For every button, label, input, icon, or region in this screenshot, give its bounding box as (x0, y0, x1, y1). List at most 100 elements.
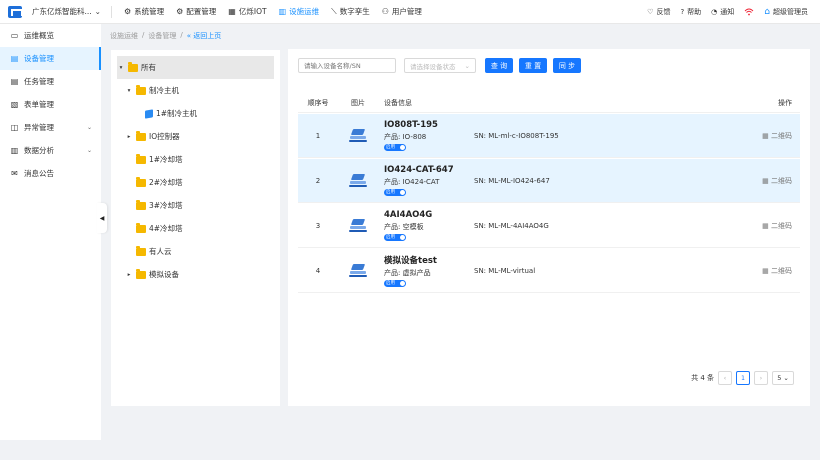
tree-node-label: 有人云 (149, 247, 172, 256)
qrcode-link[interactable]: ▦ 二维码 (714, 176, 800, 186)
nav-digital-twin[interactable]: ⟍ 数字孪生 (325, 0, 376, 24)
users-icon: ⚇ (381, 7, 389, 16)
feedback-link[interactable]: ♡ 反馈 (647, 7, 670, 17)
tree-node[interactable]: ▸ 模拟设备 (111, 263, 280, 286)
nav-iot[interactable]: ▦ 亿烁IOT (222, 0, 272, 24)
back-link[interactable]: « 返回上页 (187, 31, 222, 41)
tree-node[interactable]: 4#冷却塔 (111, 217, 280, 240)
qrcode-link[interactable]: ▦ 二维码 (714, 131, 800, 141)
sidebar-item-label: 消息公告 (24, 169, 54, 178)
feedback-icon: ♡ (647, 7, 654, 16)
wifi-icon[interactable] (744, 8, 754, 16)
sidebar-item-forms[interactable]: ▧ 表单管理 (0, 93, 101, 116)
company-selector[interactable]: 广东亿烁智能科... ⌄ (32, 5, 112, 18)
breadcrumb-item[interactable]: 设施运维 (110, 31, 138, 41)
nav-config[interactable]: ⚙ 配置管理 (170, 0, 222, 24)
device-name[interactable]: IO808T-195 (384, 120, 474, 130)
next-page-button[interactable]: › (754, 371, 768, 385)
nav-facility-ops[interactable]: ▥ 设施运维 (273, 0, 326, 24)
tree-node-label: IO控制器 (149, 132, 180, 141)
header-actions: ♡ 反馈 ? 帮助 ◔ 通知 ⌂ 超级管理员 (647, 7, 808, 17)
device-product: 产品: IO424-CAT (384, 178, 440, 186)
sidebar-item-overview[interactable]: ▭ 运维概览 (0, 24, 101, 47)
qrcode-icon: ▦ (762, 266, 771, 275)
device-icon (349, 128, 367, 143)
qrcode-icon: ▦ (762, 176, 771, 185)
page-number[interactable]: 1 (736, 371, 750, 385)
tree-node-root[interactable]: ▾ 所有 (117, 56, 274, 79)
page-size-select[interactable]: 5 ⌄ (772, 371, 794, 385)
search-input[interactable] (298, 58, 396, 73)
tree-node[interactable]: 1#冷却塔 (111, 148, 280, 171)
notification-label: 通知 (720, 7, 735, 16)
folder-icon (136, 84, 146, 95)
company-name: 广东亿烁智能科... (32, 7, 92, 16)
table-row[interactable]: 3 4AI4AO4G 产品: 空模板 启用 SN: ML-ML-4AI4AO4G… (298, 204, 800, 248)
help-link[interactable]: ? 帮助 (680, 7, 701, 17)
breadcrumb: 设施运维 / 设备管理 / « 返回上页 (110, 31, 221, 41)
home-icon: ⌂ (764, 6, 770, 17)
nav-users[interactable]: ⚇ 用户管理 (376, 0, 428, 24)
qrcode-link[interactable]: ▦ 二维码 (714, 266, 800, 276)
device-info: 4AI4AO4G 产品: 空模板 启用 (378, 210, 474, 241)
user-menu[interactable]: ⌂ 超级管理员 (764, 7, 808, 17)
sidebar-item-exceptions[interactable]: ◫ 异常管理 ⌄ (0, 116, 101, 139)
table-row[interactable]: 1 IO808T-195 产品: IO-808 启用 SN: ML-ml-c-I… (298, 114, 800, 158)
tree-node[interactable]: 3#冷却塔 (111, 194, 280, 217)
table-header: 顺序号 图片 设备信息 操作 (298, 93, 800, 113)
sidebar-item-tasks[interactable]: ▤ 任务管理 (0, 70, 101, 93)
tree-node[interactable]: 有人云 (111, 240, 280, 263)
caret-right-icon[interactable]: ▸ (125, 272, 133, 278)
device-name[interactable]: IO424-CAT-647 (384, 165, 474, 175)
nav-label: 配置管理 (186, 7, 217, 16)
device-name[interactable]: 4AI4AO4G (384, 210, 474, 220)
app-logo-icon[interactable] (8, 5, 23, 18)
device-product: 产品: 虚拟产品 (384, 269, 431, 277)
bell-icon: ◔ (711, 7, 718, 16)
caret-down-icon[interactable]: ▾ (125, 88, 133, 94)
sidebar-item-label: 异常管理 (24, 123, 54, 132)
table-row[interactable]: 4 模拟设备test 产品: 虚拟产品 启用 SN: ML-ML-virtual… (298, 249, 800, 293)
tree-node[interactable]: ▾ 制冷主机 (111, 79, 280, 102)
qrcode-label: 二维码 (771, 176, 792, 185)
monitor-icon: ▭ (10, 31, 19, 40)
status-toggle[interactable]: 启用 (384, 280, 406, 287)
panel-icon: ▥ (278, 7, 287, 16)
sidebar-item-messages[interactable]: ✉ 消息公告 (0, 162, 101, 185)
column-header: 图片 (351, 98, 365, 107)
table-row[interactable]: 2 IO424-CAT-647 产品: IO424-CAT 启用 SN: ML-… (298, 159, 800, 203)
sidebar-item-label: 运维概览 (24, 31, 54, 40)
tree-node-label: 3#冷却塔 (149, 201, 183, 210)
status-select[interactable]: 请选择设备状态 ⌄ (404, 58, 476, 73)
device-product: 产品: IO-808 (384, 133, 427, 141)
status-toggle[interactable]: 启用 (384, 189, 406, 196)
caret-right-icon[interactable]: ▸ (125, 134, 133, 140)
tree-node[interactable]: 1#制冷主机 (111, 102, 280, 125)
sidebar-collapse-button[interactable]: ◀ (97, 203, 107, 233)
nav-label: 设施运维 (289, 7, 320, 16)
nav-system[interactable]: ⚙ 系统管理 (118, 0, 170, 24)
folder-icon (136, 176, 146, 187)
query-button[interactable]: 查 询 (485, 58, 513, 73)
task-icon: ▤ (10, 77, 19, 86)
notification-link[interactable]: ◔ 通知 (711, 7, 734, 17)
form-icon: ▧ (10, 100, 19, 109)
reset-button[interactable]: 重 置 (519, 58, 547, 73)
tree-node-label: 所有 (141, 63, 156, 72)
qrcode-link[interactable]: ▦ 二维码 (714, 221, 800, 231)
status-toggle[interactable]: 启用 (384, 234, 406, 241)
breadcrumb-item[interactable]: 设备管理 (148, 31, 176, 41)
device-name[interactable]: 模拟设备test (384, 254, 474, 266)
tree-node[interactable]: 2#冷却塔 (111, 171, 280, 194)
status-toggle[interactable]: 启用 (384, 144, 406, 151)
sidebar-item-analytics[interactable]: ▥ 数据分析 ⌄ (0, 139, 101, 162)
sync-button[interactable]: 同 步 (553, 58, 581, 73)
sidebar-item-devices[interactable]: ▤ 设备管理 (0, 47, 101, 70)
prev-page-button[interactable]: ‹ (718, 371, 732, 385)
caret-down-icon[interactable]: ▾ (117, 65, 125, 71)
chevron-left-icon: ‹ (723, 374, 727, 382)
device-icon (349, 173, 367, 188)
alert-icon: ◫ (10, 123, 19, 132)
tree-node[interactable]: ▸ IO控制器 (111, 125, 280, 148)
chevron-down-icon: ⌄ (86, 147, 92, 154)
